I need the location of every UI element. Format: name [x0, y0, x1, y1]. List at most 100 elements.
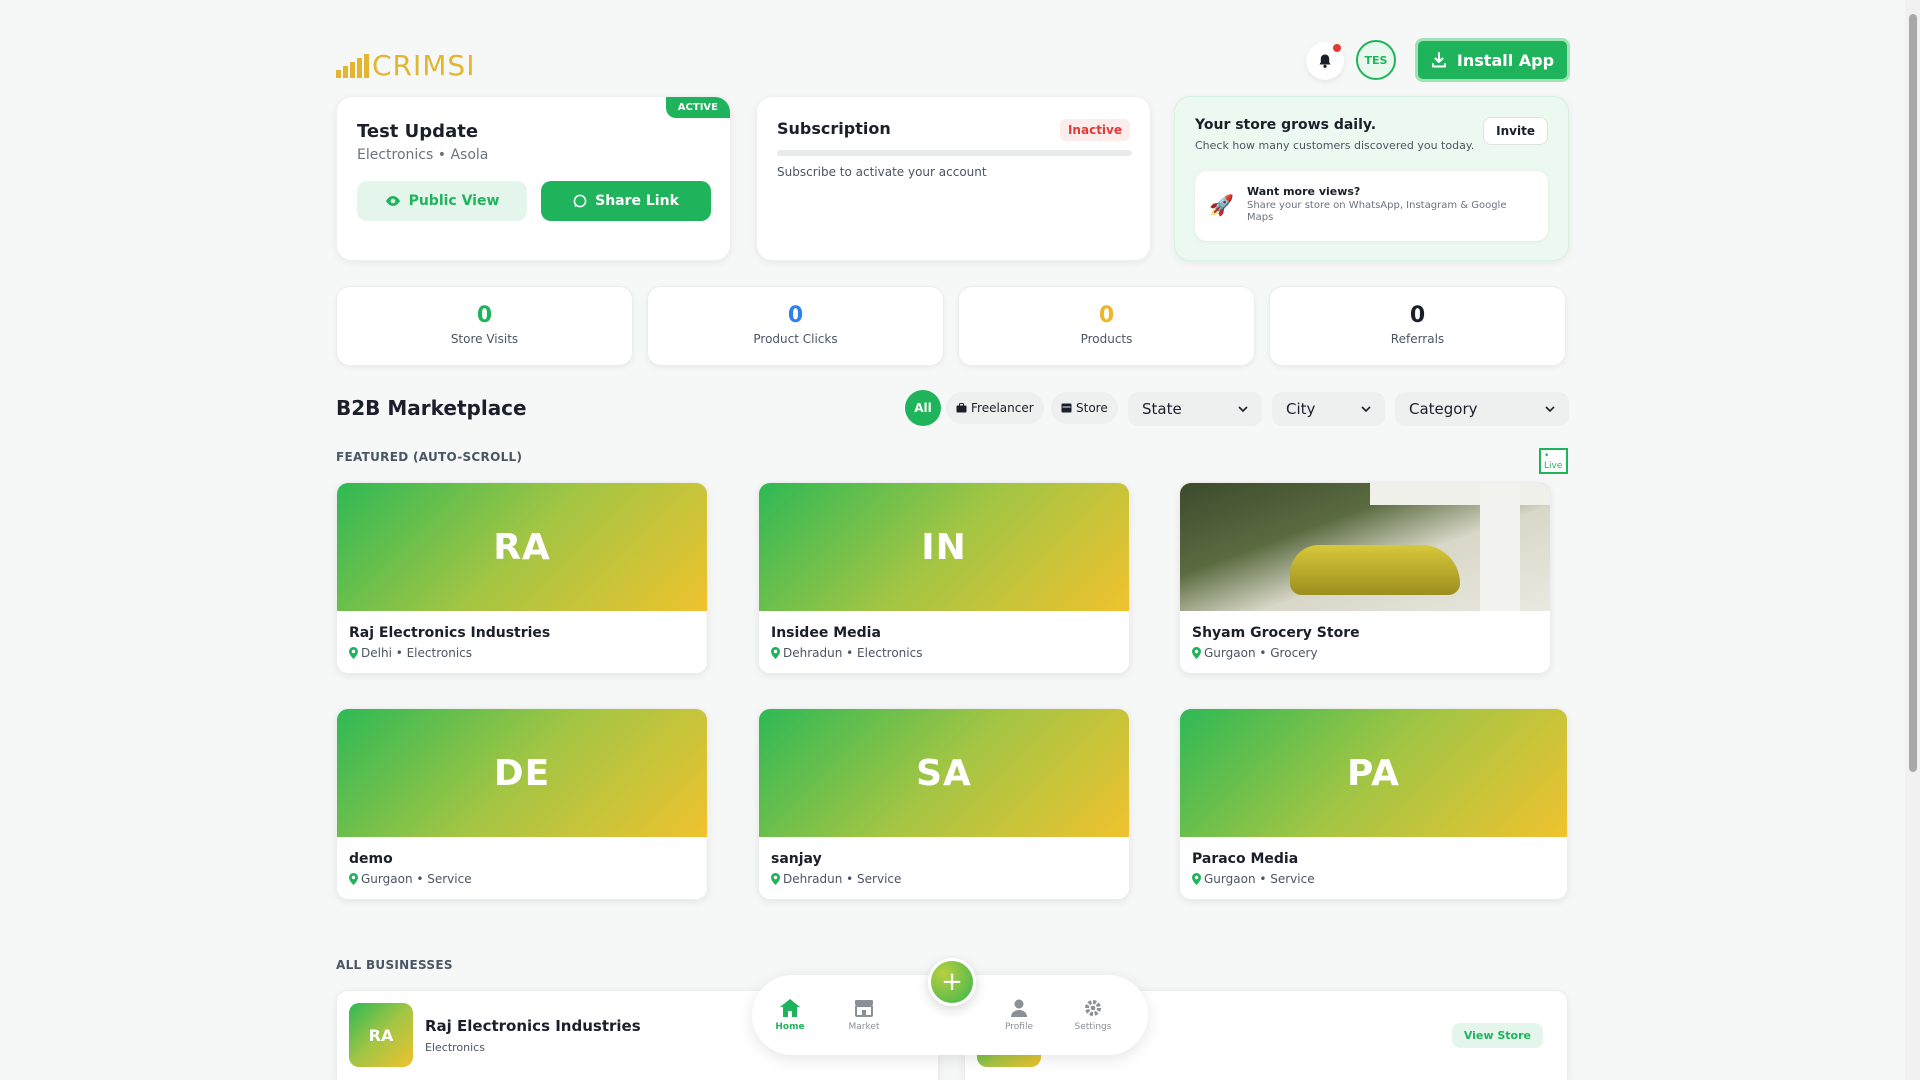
business-photo [1180, 483, 1550, 611]
growth-title: Your store grows daily. [1195, 117, 1377, 133]
subscription-status-badge: Inactive [1059, 119, 1130, 141]
business-initials: PA [1180, 709, 1567, 837]
stat-label: Product Clicks [753, 332, 838, 346]
nav-home[interactable]: Home [760, 997, 820, 1032]
logo-text: CRIMSI [372, 49, 476, 82]
business-name: Insidee Media [771, 625, 881, 641]
subscription-note: Subscribe to activate your account [777, 165, 987, 179]
business-location: Gurgaon • Service [349, 872, 472, 886]
location-pin-icon [771, 647, 780, 659]
profile-icon [1011, 999, 1027, 1017]
featured-label: FEATURED (AUTO-SCROLL) [336, 450, 523, 464]
business-initials: IN [759, 483, 1129, 611]
category-select[interactable]: Category [1395, 392, 1569, 426]
notification-dot [1333, 44, 1341, 52]
more-views-tip[interactable]: 🚀 Want more views? Share your store on W… [1195, 171, 1548, 241]
business-thumb: RA [349, 1003, 413, 1067]
rocket-icon: 🚀 [1209, 193, 1234, 217]
subscription-title: Subscription [777, 119, 891, 138]
store-subtitle: Electronics • Asola [357, 147, 489, 163]
nav-profile[interactable]: Profile [989, 997, 1049, 1032]
stat-value: 0 [1098, 303, 1115, 328]
business-location: Gurgaon • Service [1192, 872, 1315, 886]
public-view-button[interactable]: Public View [357, 181, 527, 221]
business-location-text: Dehradun • Electronics [783, 646, 923, 660]
filter-all-chip[interactable]: All [905, 390, 941, 426]
user-avatar[interactable]: TES [1356, 40, 1396, 80]
invite-button[interactable]: Invite [1483, 117, 1548, 145]
store-title: Test Update [357, 121, 479, 142]
share-link-button[interactable]: Share Link [541, 181, 711, 221]
stat-value: 0 [1409, 303, 1426, 328]
notifications-button[interactable] [1306, 42, 1344, 80]
filter-store-label: Store [1076, 401, 1108, 415]
settings-gear-icon [1085, 1000, 1101, 1016]
location-pin-icon [771, 873, 780, 885]
crimsi-logo[interactable]: CRIMSI [336, 40, 475, 80]
stat-value: 0 [476, 303, 493, 328]
business-location-text: Dehradun • Service [783, 872, 902, 886]
eye-icon [385, 196, 400, 206]
stat-products: 0 Products [958, 286, 1255, 366]
marketplace-title: B2B Marketplace [336, 396, 527, 420]
nav-market[interactable]: Market [834, 997, 894, 1032]
page-scrollbar[interactable] [1905, 0, 1920, 1080]
stat-label: Referrals [1390, 332, 1445, 346]
download-icon [1431, 52, 1446, 68]
store-icon [1061, 403, 1072, 413]
install-app-button[interactable]: Install App [1415, 38, 1570, 82]
page: CRIMSI TES Install App ACTIVE Test Updat… [336, 0, 1570, 1080]
category-select-value: Category [1409, 400, 1478, 418]
business-name: Shyam Grocery Store [1192, 625, 1360, 641]
business-name: demo [349, 851, 393, 867]
stat-referrals: 0 Referrals [1269, 286, 1566, 366]
subscription-card: Subscription Inactive Subscribe to activ… [756, 96, 1151, 261]
nav-settings[interactable]: Settings [1063, 997, 1123, 1032]
featured-business-card[interactable]: DE demo Gurgaon • Service [336, 708, 708, 900]
whatsapp-icon [573, 194, 587, 208]
scrollbar-thumb[interactable] [1909, 14, 1917, 772]
featured-business-card[interactable]: PA Paraco Media Gurgaon • Service [1179, 708, 1568, 900]
business-name: sanjay [771, 851, 822, 867]
featured-business-card[interactable]: Shyam Grocery Store Gurgaon • Grocery [1179, 482, 1551, 674]
business-name: Raj Electronics Industries [425, 1017, 641, 1035]
stat-value: 0 [787, 303, 804, 328]
location-pin-icon [349, 647, 358, 659]
tip-title: Want more views? [1247, 185, 1361, 198]
business-location-text: Gurgaon • Grocery [1204, 646, 1318, 660]
business-location-text: Gurgaon • Service [361, 872, 472, 886]
filter-freelancer-chip[interactable]: Freelancer [946, 392, 1044, 424]
view-store-button[interactable]: View Store [1451, 1023, 1543, 1048]
install-app-label: Install App [1456, 50, 1555, 70]
featured-business-card[interactable]: SA sanjay Dehradun • Service [758, 708, 1130, 900]
nav-profile-label: Profile [1005, 1022, 1033, 1032]
all-businesses-label: ALL BUSINESSES [336, 958, 453, 972]
city-select-value: City [1286, 400, 1316, 418]
stat-label: Store Visits [450, 332, 519, 346]
chevron-down-icon [1238, 406, 1248, 412]
filter-store-chip[interactable]: Store [1051, 392, 1118, 424]
stat-product-clicks: 0 Product Clicks [647, 286, 944, 366]
business-location-text: Gurgaon • Service [1204, 872, 1315, 886]
business-location: Delhi • Electronics [349, 646, 472, 660]
business-location: Dehradun • Service [771, 872, 901, 886]
market-icon [855, 1000, 873, 1017]
active-badge: ACTIVE [665, 97, 730, 118]
location-pin-icon [1192, 873, 1201, 885]
location-pin-icon [349, 873, 358, 885]
business-location: Dehradun • Electronics [771, 646, 922, 660]
briefcase-icon [956, 403, 967, 413]
subscription-progress-bar [777, 150, 1132, 156]
nav-home-label: Home [775, 1022, 805, 1032]
business-name: Raj Electronics Industries [349, 625, 551, 641]
store-card: ACTIVE Test Update Electronics • Asola P… [336, 96, 731, 261]
bell-icon [1319, 54, 1331, 68]
growth-subtitle: Check how many customers discovered you … [1195, 139, 1475, 152]
home-icon [780, 999, 800, 1017]
stat-label: Products [1080, 332, 1133, 346]
add-fab-button[interactable]: + [928, 958, 976, 1006]
city-select[interactable]: City [1272, 392, 1385, 426]
state-select[interactable]: State [1128, 392, 1262, 426]
featured-business-card[interactable]: RA Raj Electronics Industries Delhi • El… [336, 482, 708, 674]
featured-business-card[interactable]: IN Insidee Media Dehradun • Electronics [758, 482, 1130, 674]
